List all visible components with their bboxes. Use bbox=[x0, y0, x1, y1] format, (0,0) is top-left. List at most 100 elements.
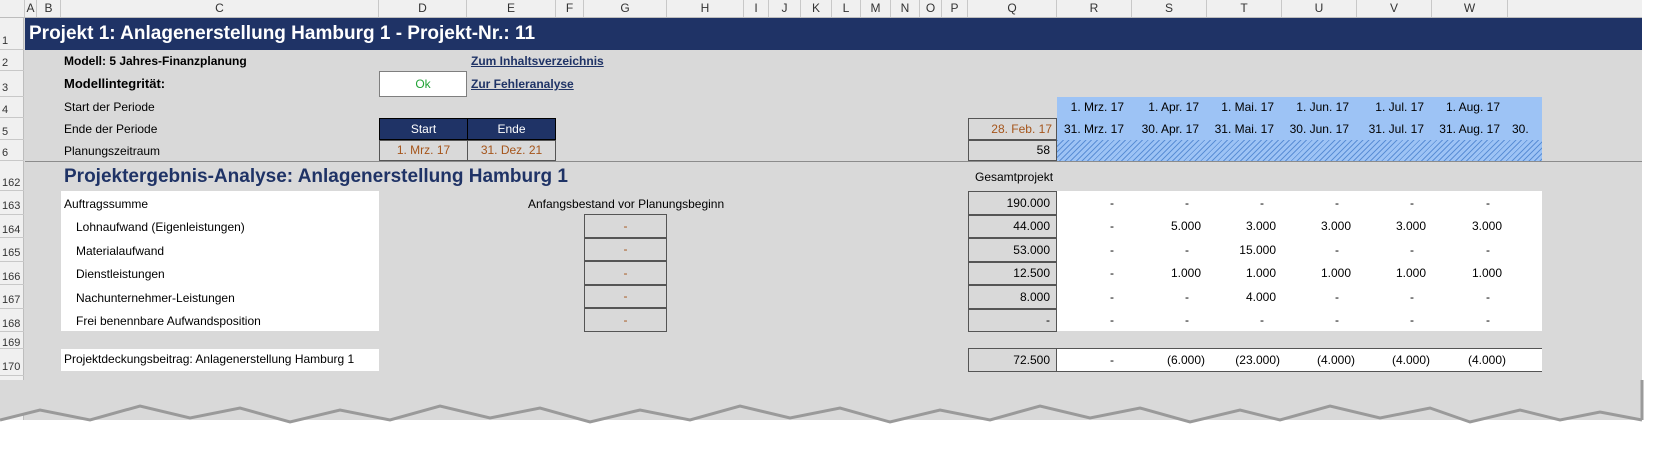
period-value-cell[interactable]: 3.000 bbox=[1207, 215, 1282, 238]
row-header[interactable]: 167 bbox=[0, 285, 24, 309]
period-value-cell[interactable]: - bbox=[1057, 309, 1132, 332]
end-header-cell[interactable]: Ende bbox=[467, 118, 556, 140]
total-cell[interactable]: 8.000 bbox=[968, 285, 1057, 309]
row-header[interactable]: 2 bbox=[0, 50, 24, 71]
period-end-cell[interactable]: 31. Mai. 17 bbox=[1207, 118, 1282, 140]
planning-hatch-band[interactable] bbox=[1057, 140, 1542, 161]
col-header[interactable]: E bbox=[467, 0, 556, 17]
margin-value-cell[interactable]: (23.000) bbox=[1207, 348, 1282, 372]
col-header[interactable]: S bbox=[1132, 0, 1207, 17]
opening-cell[interactable]: - bbox=[584, 285, 667, 308]
col-header[interactable]: Q bbox=[968, 0, 1057, 17]
opening-cell[interactable]: - bbox=[584, 308, 667, 332]
col-header[interactable]: B bbox=[37, 0, 61, 17]
col-header[interactable]: A bbox=[25, 0, 37, 17]
period-start-cell[interactable]: 1. Apr. 17 bbox=[1132, 97, 1207, 118]
row-header[interactable]: 164 bbox=[0, 215, 24, 238]
period-end-cell[interactable]: 30. Jun. 17 bbox=[1282, 118, 1357, 140]
q-planning-cell[interactable]: 58 bbox=[968, 140, 1057, 161]
period-value-cell[interactable]: - bbox=[1432, 309, 1508, 332]
total-cell[interactable]: - bbox=[968, 309, 1057, 332]
period-value-cell[interactable]: - bbox=[1057, 262, 1132, 285]
line-label[interactable]: Nachunternehmer-Leistungen bbox=[76, 291, 235, 305]
col-header[interactable]: N bbox=[891, 0, 920, 17]
col-header[interactable]: D bbox=[379, 0, 467, 17]
total-cell[interactable]: 44.000 bbox=[968, 215, 1057, 238]
total-cell[interactable]: 53.000 bbox=[968, 238, 1057, 262]
margin-value-cell[interactable]: (4.000) bbox=[1282, 348, 1357, 372]
period-end-cell[interactable]: 30. Apr. 17 bbox=[1132, 118, 1207, 140]
period-start-cell[interactable]: 1. Mai. 17 bbox=[1207, 97, 1282, 118]
col-header[interactable]: O bbox=[920, 0, 942, 17]
opening-cell[interactable]: - bbox=[584, 214, 667, 238]
col-header[interactable]: R bbox=[1057, 0, 1132, 17]
period-end-cell[interactable]: 30. S bbox=[1508, 118, 1542, 158]
period-value-cell[interactable]: - bbox=[1432, 191, 1508, 215]
col-header[interactable]: G bbox=[584, 0, 667, 17]
line-label[interactable]: Lohnaufwand (Eigenleistungen) bbox=[76, 220, 245, 234]
period-value-cell[interactable]: - bbox=[1132, 191, 1207, 215]
row-header[interactable]: 163 bbox=[0, 191, 24, 215]
period-value-cell[interactable]: - bbox=[1432, 285, 1508, 309]
row-header[interactable]: 5 bbox=[0, 118, 24, 140]
margin-value-cell[interactable]: - bbox=[1057, 348, 1132, 372]
period-value-cell[interactable]: 15.000 bbox=[1207, 238, 1282, 262]
period-value-cell[interactable]: 3.000 bbox=[1282, 215, 1357, 238]
period-value-cell[interactable]: - bbox=[1207, 191, 1282, 215]
margin-value-cell[interactable]: (4.000) bbox=[1357, 348, 1432, 372]
col-header[interactable]: P bbox=[942, 0, 968, 17]
margin-value-cell[interactable]: (6.000) bbox=[1132, 348, 1207, 372]
period-value-cell[interactable]: - bbox=[1057, 215, 1132, 238]
toc-link[interactable]: Zum Inhaltsverzeichnis bbox=[471, 54, 604, 68]
period-value-cell[interactable]: - bbox=[1357, 191, 1432, 215]
period-value-cell[interactable]: 1.000 bbox=[1207, 262, 1282, 285]
period-value-cell[interactable]: 1.000 bbox=[1357, 262, 1432, 285]
period-value-cell[interactable]: - bbox=[1282, 285, 1357, 309]
col-header[interactable]: C bbox=[61, 0, 379, 17]
select-all-corner[interactable] bbox=[0, 0, 25, 17]
period-start-cell[interactable]: 1. Aug. 17 bbox=[1432, 97, 1508, 118]
total-cell[interactable]: 190.000 bbox=[968, 191, 1057, 215]
line-label[interactable]: Materialaufwand bbox=[76, 244, 164, 258]
col-header[interactable]: J bbox=[769, 0, 801, 17]
end-date-cell[interactable]: 31. Dez. 21 bbox=[467, 140, 556, 161]
row-header[interactable]: 4 bbox=[0, 97, 24, 118]
q-end-period-cell[interactable]: 28. Feb. 17 bbox=[968, 118, 1057, 140]
row-header[interactable]: 165 bbox=[0, 238, 24, 262]
period-value-cell[interactable]: - bbox=[1132, 285, 1207, 309]
project-title-bar[interactable]: Projekt 1: Anlagenerstellung Hamburg 1 -… bbox=[25, 18, 1642, 50]
period-value-cell[interactable]: 1.000 bbox=[1432, 262, 1508, 285]
period-value-cell[interactable]: 5.000 bbox=[1132, 215, 1207, 238]
period-start-cell[interactable]: 1. Jun. 17 bbox=[1282, 97, 1357, 118]
period-value-cell[interactable]: - bbox=[1357, 309, 1432, 332]
col-header[interactable]: U bbox=[1282, 0, 1357, 17]
col-header[interactable]: L bbox=[832, 0, 861, 17]
period-value-cell[interactable]: 4.000 bbox=[1207, 285, 1282, 309]
margin-total-cell[interactable]: 72.500 bbox=[968, 348, 1057, 372]
margin-label[interactable]: Projektdeckungsbeitrag: Anlagenerstellun… bbox=[64, 352, 354, 366]
start-header-cell[interactable]: Start bbox=[379, 118, 468, 140]
period-start-cell[interactable] bbox=[1508, 97, 1542, 118]
period-value-cell[interactable]: - bbox=[1282, 238, 1357, 262]
period-value-cell[interactable]: 3.000 bbox=[1357, 215, 1432, 238]
period-value-cell[interactable]: - bbox=[1432, 238, 1508, 262]
row-header[interactable]: 170 bbox=[0, 349, 24, 376]
total-cell[interactable]: 12.500 bbox=[968, 262, 1057, 285]
opening-cell[interactable]: - bbox=[584, 238, 667, 261]
col-header[interactable]: M bbox=[861, 0, 891, 17]
row-header[interactable]: 166 bbox=[0, 262, 24, 285]
period-value-cell[interactable]: 1.000 bbox=[1132, 262, 1207, 285]
period-value-cell[interactable]: 1.000 bbox=[1282, 262, 1357, 285]
period-value-cell[interactable]: 3.000 bbox=[1432, 215, 1508, 238]
row-header[interactable]: 169 bbox=[0, 332, 24, 349]
period-value-cell[interactable]: - bbox=[1057, 285, 1132, 309]
period-end-cell[interactable]: 31. Aug. 17 bbox=[1432, 118, 1508, 140]
col-header[interactable]: T bbox=[1207, 0, 1282, 17]
col-header[interactable]: K bbox=[801, 0, 832, 17]
period-end-cell[interactable]: 31. Jul. 17 bbox=[1357, 118, 1432, 140]
integrity-status[interactable]: Ok bbox=[379, 71, 467, 97]
period-start-cell[interactable]: 1. Mrz. 17 bbox=[1057, 97, 1132, 118]
period-value-cell[interactable]: - bbox=[1207, 309, 1282, 332]
margin-value-cell[interactable]: (4.000) bbox=[1432, 348, 1508, 372]
col-header[interactable]: W bbox=[1432, 0, 1508, 17]
